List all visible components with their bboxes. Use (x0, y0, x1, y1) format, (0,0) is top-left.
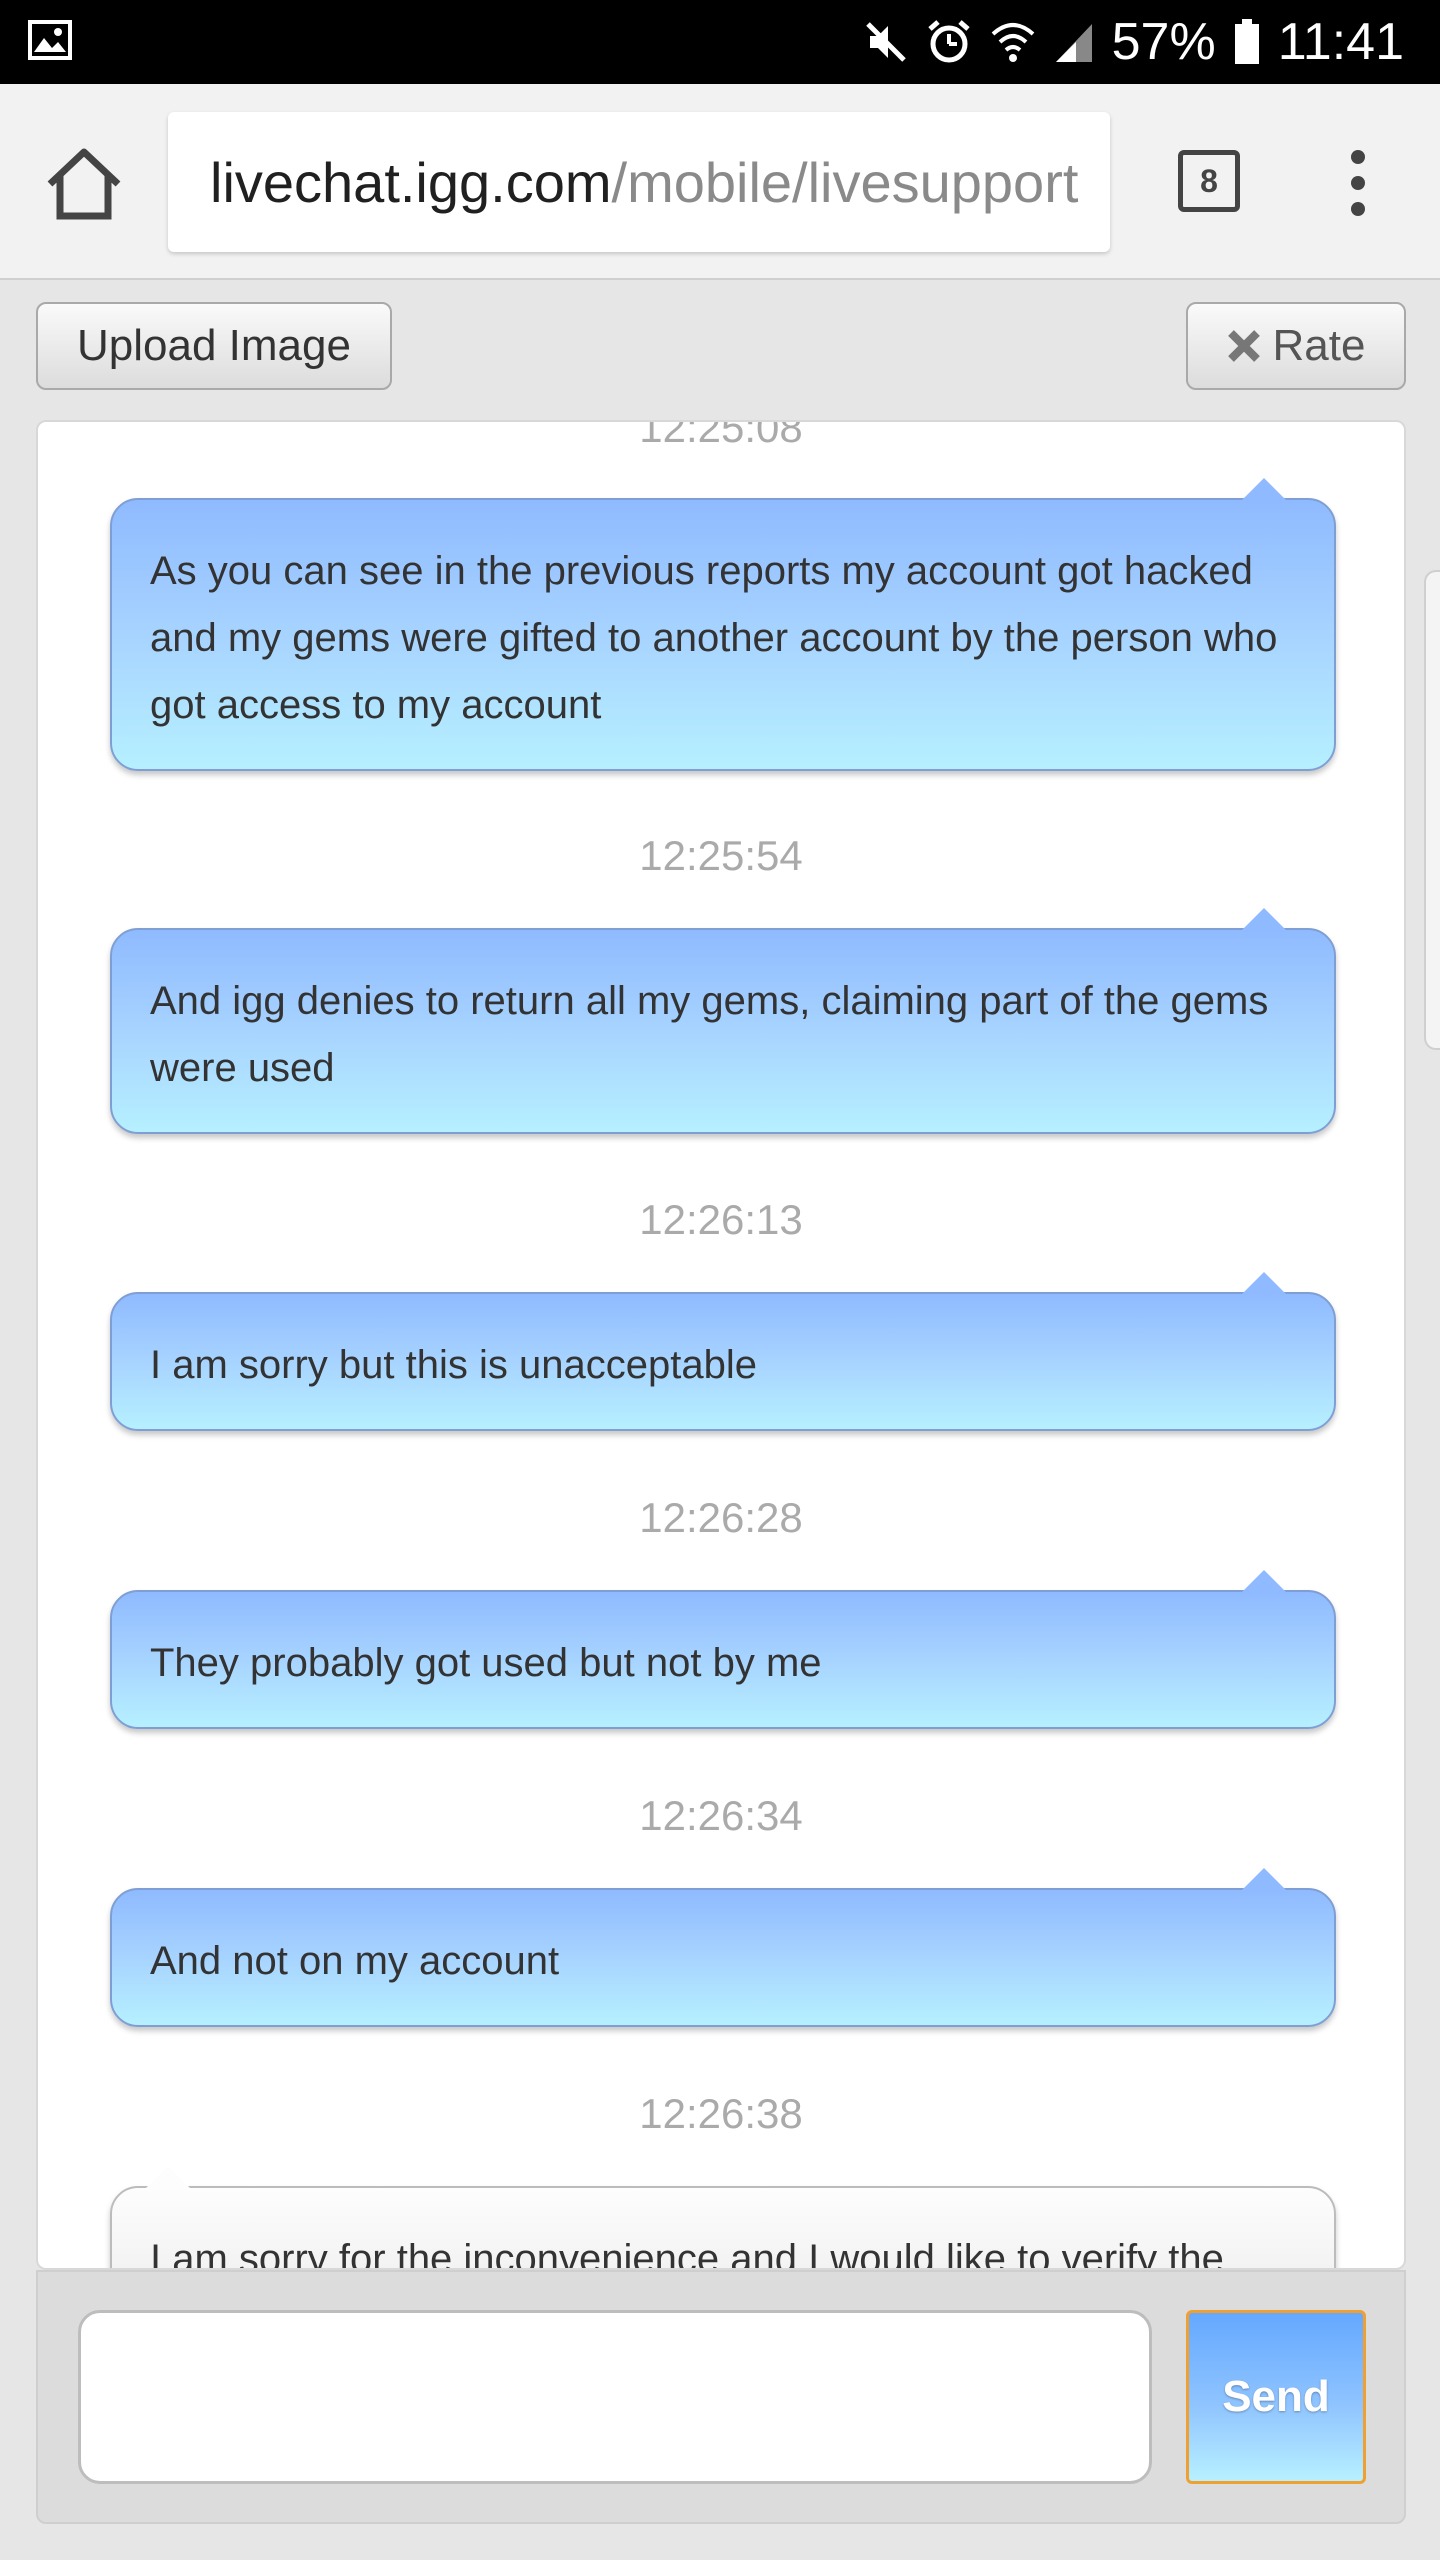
timestamp: 12:25:54 (639, 832, 803, 879)
rate-button[interactable]: Rate (1186, 302, 1406, 390)
message-bubble-user: They probably got used but not by me (110, 1568, 1336, 1729)
message-text: As you can see in the previous reports m… (150, 549, 1278, 727)
tab-switcher-button[interactable]: 8 (1178, 150, 1240, 212)
message-text: I am sorry for the inconvenience and I w… (150, 2237, 1224, 2270)
url-host: livechat.igg.com (210, 150, 612, 214)
message-text: And igg denies to return all my gems, cl… (150, 979, 1269, 1090)
battery-icon (1234, 19, 1259, 64)
chat-log[interactable]: 12:25:08 As you can see in the previous … (36, 420, 1406, 2270)
message-bubble-agent: I am sorry for the inconvenience and I w… (110, 2164, 1336, 2270)
upload-image-button[interactable]: Upload Image (36, 302, 392, 390)
send-button[interactable]: Send (1186, 2310, 1366, 2484)
overflow-menu-icon[interactable] (1340, 150, 1376, 220)
timestamp: 12:26:13 (639, 1196, 803, 1243)
message-input[interactable] (78, 2310, 1152, 2484)
gallery-icon (28, 20, 72, 60)
home-icon[interactable] (44, 144, 124, 224)
signal-icon (1055, 24, 1092, 62)
message-bubble-user: And not on my account (110, 1866, 1336, 2027)
status-bar: 57% 11:41 (0, 0, 1440, 84)
message-bubble-user: I am sorry but this is unacceptable (110, 1270, 1336, 1431)
timestamp: 12:26:38 (639, 2090, 803, 2137)
url-path: /mobile/livesupport (611, 150, 1079, 214)
close-icon (1227, 330, 1260, 362)
address-bar[interactable]: livechat.igg.com/mobile/livesupport (168, 112, 1110, 252)
rate-label: Rate (1272, 321, 1366, 370)
message-bubble-user: And igg denies to return all my gems, cl… (110, 906, 1336, 1134)
message-text: And not on my account (150, 1939, 560, 1983)
battery-percent: 57% (1111, 13, 1216, 71)
message-bubble-user: As you can see in the previous reports m… (110, 476, 1336, 771)
mute-icon (865, 22, 906, 62)
timestamp: 12:26:28 (639, 1494, 803, 1541)
scrollbar[interactable] (1424, 570, 1440, 1050)
message-text: They probably got used but not by me (150, 1641, 822, 1685)
alarm-icon (927, 20, 970, 63)
timestamp: 12:25:08 (639, 420, 803, 451)
message-text: I am sorry but this is unacceptable (150, 1343, 757, 1387)
timestamp: 12:26:34 (639, 1792, 803, 1839)
composer: Send (36, 2270, 1406, 2524)
browser-toolbar: livechat.igg.com/mobile/livesupport 8 (0, 84, 1440, 280)
clock: 11:41 (1277, 13, 1404, 71)
wifi-icon (991, 23, 1034, 62)
